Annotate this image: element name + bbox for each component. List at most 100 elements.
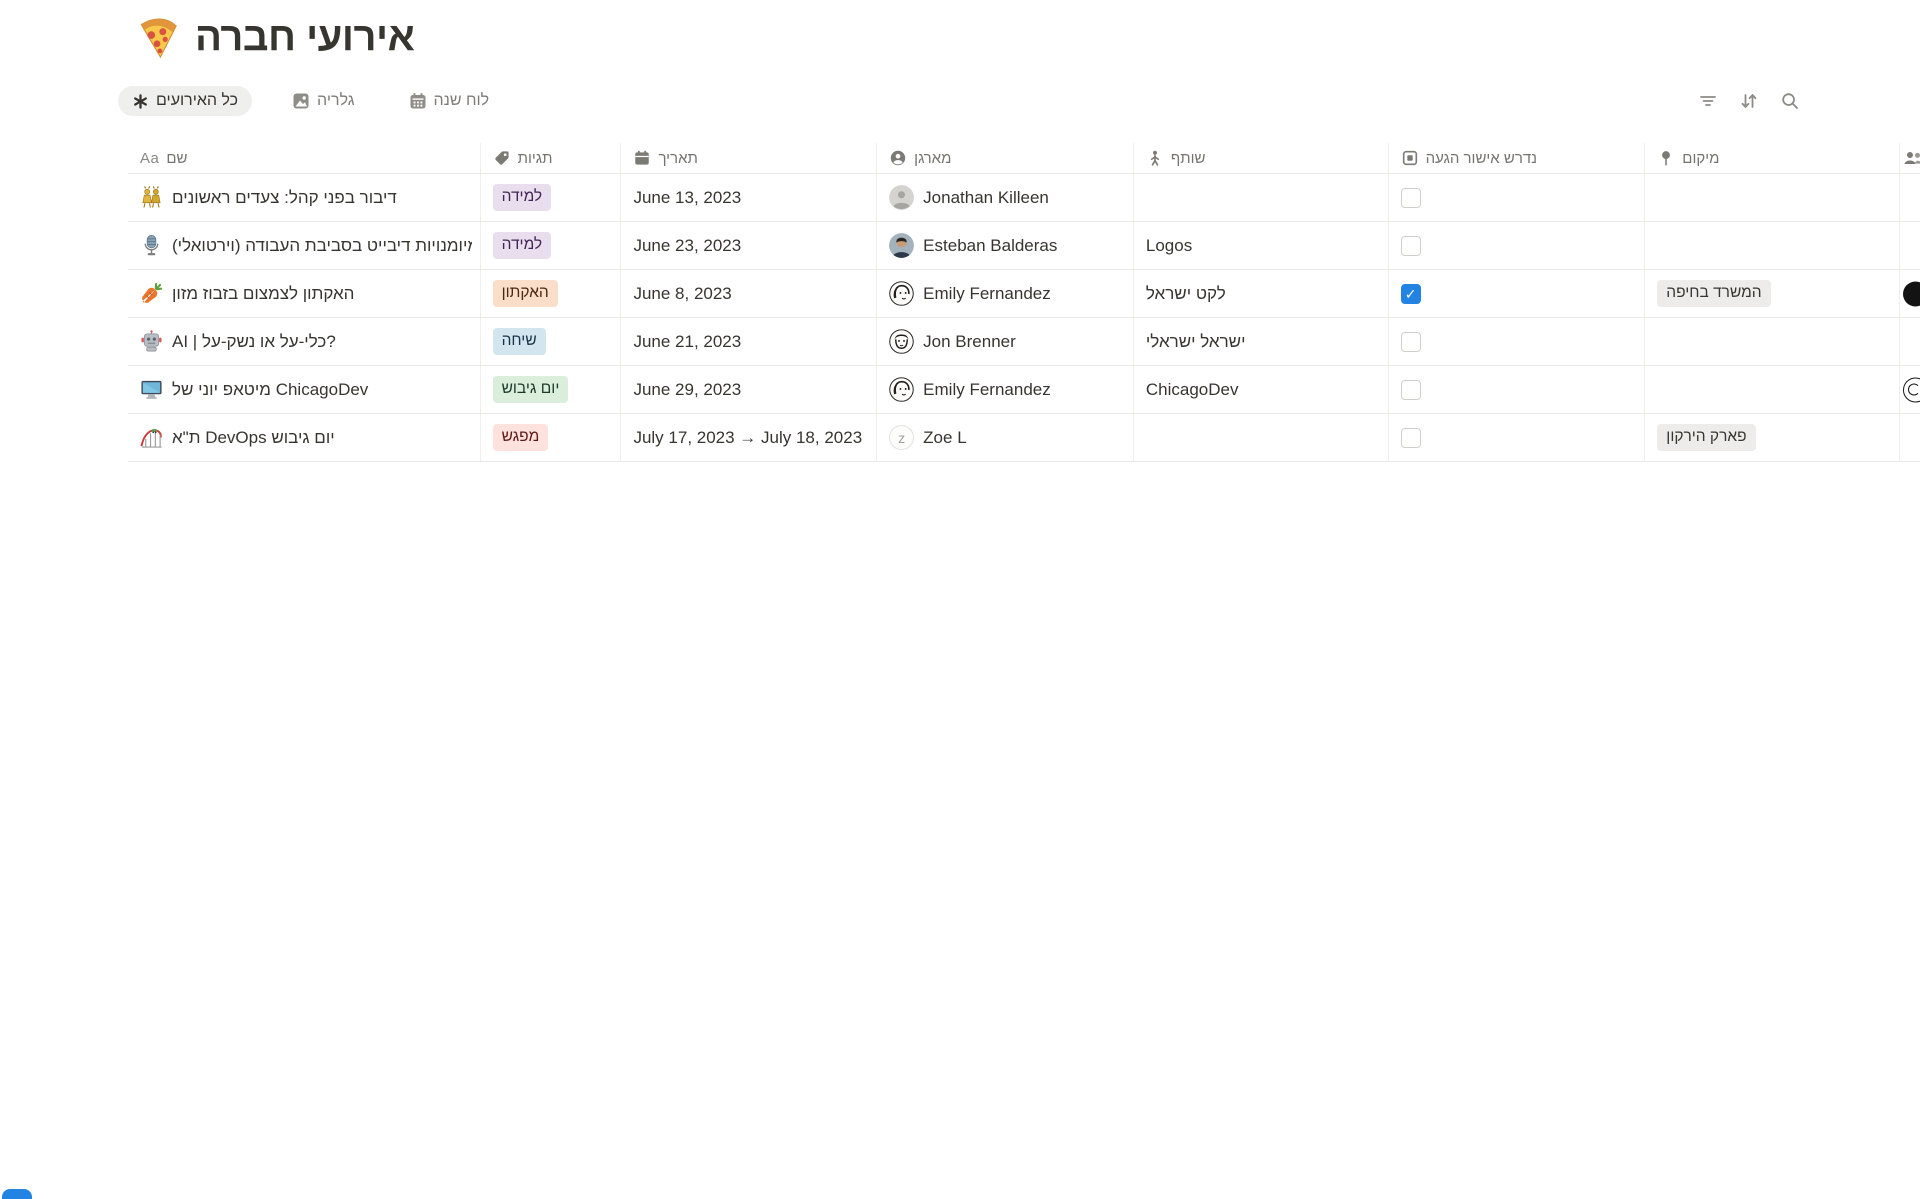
organizer-cell[interactable]: Emily Fernandez <box>877 366 1134 413</box>
help-bubble-clipped[interactable] <box>2 1189 32 1199</box>
partner-cell[interactable] <box>1134 414 1389 461</box>
name-cell[interactable]: ת"א DevOps יום גיבוש <box>128 414 481 461</box>
event-name[interactable]: דיבור בפני קהל: צעדים ראשונים <box>172 188 472 208</box>
tag-pill[interactable]: האקתון <box>493 280 558 307</box>
location-cell[interactable] <box>1645 318 1900 365</box>
organizer-cell[interactable]: Jon Brenner <box>877 318 1134 365</box>
sort-icon[interactable] <box>1739 91 1759 111</box>
rsvp-checkbox[interactable] <box>1401 188 1421 208</box>
search-icon[interactable] <box>1780 91 1800 111</box>
text-icon: Aa <box>140 150 159 167</box>
page-title[interactable]: אירועי חברה <box>195 15 414 60</box>
location-pill[interactable]: פארק הירקון <box>1657 424 1755 451</box>
date-cell[interactable]: June 29, 2023 <box>621 366 877 413</box>
column-header-organizer[interactable]: מארגן <box>877 143 1134 173</box>
rsvp-checkbox[interactable] <box>1401 428 1421 448</box>
tag-pill[interactable]: יום גיבוש <box>493 376 569 403</box>
rsvp-cell[interactable] <box>1389 222 1646 269</box>
extra-cell[interactable] <box>1900 270 1920 317</box>
rsvp-checkbox[interactable] <box>1401 284 1421 304</box>
filter-icon[interactable] <box>1698 91 1718 111</box>
location-cell[interactable]: פארק הירקון <box>1645 414 1900 461</box>
tab-label: כל האירועים <box>156 92 238 110</box>
partner-cell[interactable]: ChicagoDev <box>1134 366 1389 413</box>
extra-cell[interactable] <box>1900 222 1920 269</box>
event-name[interactable]: מיטאפ יוני של ChicagoDev <box>172 380 472 400</box>
column-label: נדרש אישור הגעה <box>1426 150 1537 167</box>
partner-cell[interactable]: ישראל ישראלי <box>1134 318 1389 365</box>
location-pill[interactable]: המשרד בחיפה <box>1657 280 1770 307</box>
rsvp-checkbox[interactable] <box>1401 332 1421 352</box>
extra-cell[interactable] <box>1900 318 1920 365</box>
tags-cell[interactable]: יום גיבוש <box>481 366 622 413</box>
column-header-date[interactable]: תאריך <box>621 143 877 173</box>
column-header-rsvp[interactable]: נדרש אישור הגעה <box>1389 143 1646 173</box>
organizer-cell[interactable]: Jonathan Killeen <box>877 174 1134 221</box>
rollercoaster-emoji-icon <box>140 426 163 449</box>
column-header-location[interactable]: מיקום <box>1645 143 1900 173</box>
location-cell[interactable]: המשרד בחיפה <box>1645 270 1900 317</box>
event-name[interactable]: ת"א DevOps יום גיבוש <box>172 428 472 448</box>
date-cell[interactable]: June 21, 2023 <box>621 318 877 365</box>
name-cell[interactable]: AI | כלי-על או נשק-על? <box>128 318 481 365</box>
column-header-extra[interactable] <box>1900 143 1920 173</box>
rsvp-checkbox[interactable] <box>1401 380 1421 400</box>
date-cell[interactable]: June 13, 2023 <box>621 174 877 221</box>
location-cell[interactable] <box>1645 174 1900 221</box>
tab-all-events[interactable]: כל האירועים <box>118 86 252 116</box>
tab-calendar[interactable]: לוח שנה <box>395 86 504 116</box>
tag-pill[interactable]: למידה <box>493 232 552 259</box>
rsvp-cell[interactable] <box>1389 318 1646 365</box>
tag-pill[interactable]: מפגש <box>493 424 549 451</box>
extra-cell[interactable] <box>1900 366 1920 413</box>
tab-gallery[interactable]: גלריה <box>278 86 368 116</box>
date-cell[interactable]: June 8, 2023 <box>621 270 877 317</box>
table-row[interactable]: ת"א DevOps יום גיבוש מפגש July 17, 2023 … <box>128 414 1920 462</box>
carrot-emoji-icon <box>140 282 163 305</box>
tags-cell[interactable]: למידה <box>481 222 622 269</box>
partner-cell[interactable]: לקט ישראל <box>1134 270 1389 317</box>
name-cell[interactable]: האקתון לצמצום בזבוז מזון <box>128 270 481 317</box>
rsvp-checkbox[interactable] <box>1401 236 1421 256</box>
rsvp-cell[interactable] <box>1389 174 1646 221</box>
organizer-name: Jon Brenner <box>923 332 1016 352</box>
extra-cell[interactable] <box>1900 174 1920 221</box>
table-row[interactable]: מיטאפ יוני של ChicagoDev יום גיבוש June … <box>128 366 1920 414</box>
tags-cell[interactable]: מפגש <box>481 414 622 461</box>
tag-pill[interactable]: למידה <box>493 184 552 211</box>
table-row[interactable]: מיומנויות דיבייט בסביבת העבודה (וירטואלי… <box>128 222 1920 270</box>
column-label: שם <box>166 150 187 167</box>
name-cell[interactable]: מיטאפ יוני של ChicagoDev <box>128 366 481 413</box>
pizza-icon[interactable] <box>135 14 181 60</box>
partner-cell[interactable] <box>1134 174 1389 221</box>
table-row[interactable]: AI | כלי-על או נשק-על? שיחה June 21, 202… <box>128 318 1920 366</box>
rsvp-cell[interactable] <box>1389 414 1646 461</box>
avatar-clipped <box>1903 377 1920 402</box>
rsvp-cell[interactable] <box>1389 270 1646 317</box>
location-cell[interactable] <box>1645 222 1900 269</box>
event-name[interactable]: AI | כלי-על או נשק-על? <box>172 332 472 352</box>
extra-cell[interactable] <box>1900 414 1920 461</box>
rsvp-cell[interactable] <box>1389 366 1646 413</box>
tags-cell[interactable]: שיחה <box>481 318 622 365</box>
column-header-tags[interactable]: תגיות <box>481 143 622 173</box>
partner-cell[interactable]: Logos <box>1134 222 1389 269</box>
location-cell[interactable] <box>1645 366 1900 413</box>
event-name[interactable]: מיומנויות דיבייט בסביבת העבודה (וירטואלי… <box>172 236 472 256</box>
organizer-cell[interactable]: Emily Fernandez <box>877 270 1134 317</box>
name-cell[interactable]: דיבור בפני קהל: צעדים ראשונים <box>128 174 481 221</box>
name-cell[interactable]: מיומנויות דיבייט בסביבת העבודה (וירטואלי… <box>128 222 481 269</box>
tags-cell[interactable]: האקתון <box>481 270 622 317</box>
column-header-name[interactable]: Aa שם <box>128 143 481 173</box>
tag-pill[interactable]: שיחה <box>493 328 546 355</box>
date-cell[interactable]: July 17, 2023 → July 18, 2023 <box>621 414 877 461</box>
table-row[interactable]: דיבור בפני קהל: צעדים ראשונים למידה June… <box>128 174 1920 222</box>
event-name[interactable]: האקתון לצמצום בזבוז מזון <box>172 284 472 304</box>
date-cell[interactable]: June 23, 2023 <box>621 222 877 269</box>
organizer-cell[interactable]: Esteban Balderas <box>877 222 1134 269</box>
organizer-cell[interactable]: z Zoe L <box>877 414 1134 461</box>
asterisk-view-icon <box>132 93 149 110</box>
tags-cell[interactable]: למידה <box>481 174 622 221</box>
column-header-partner[interactable]: שותף <box>1134 143 1389 173</box>
table-row[interactable]: האקתון לצמצום בזבוז מזון האקתון June 8, … <box>128 270 1920 318</box>
